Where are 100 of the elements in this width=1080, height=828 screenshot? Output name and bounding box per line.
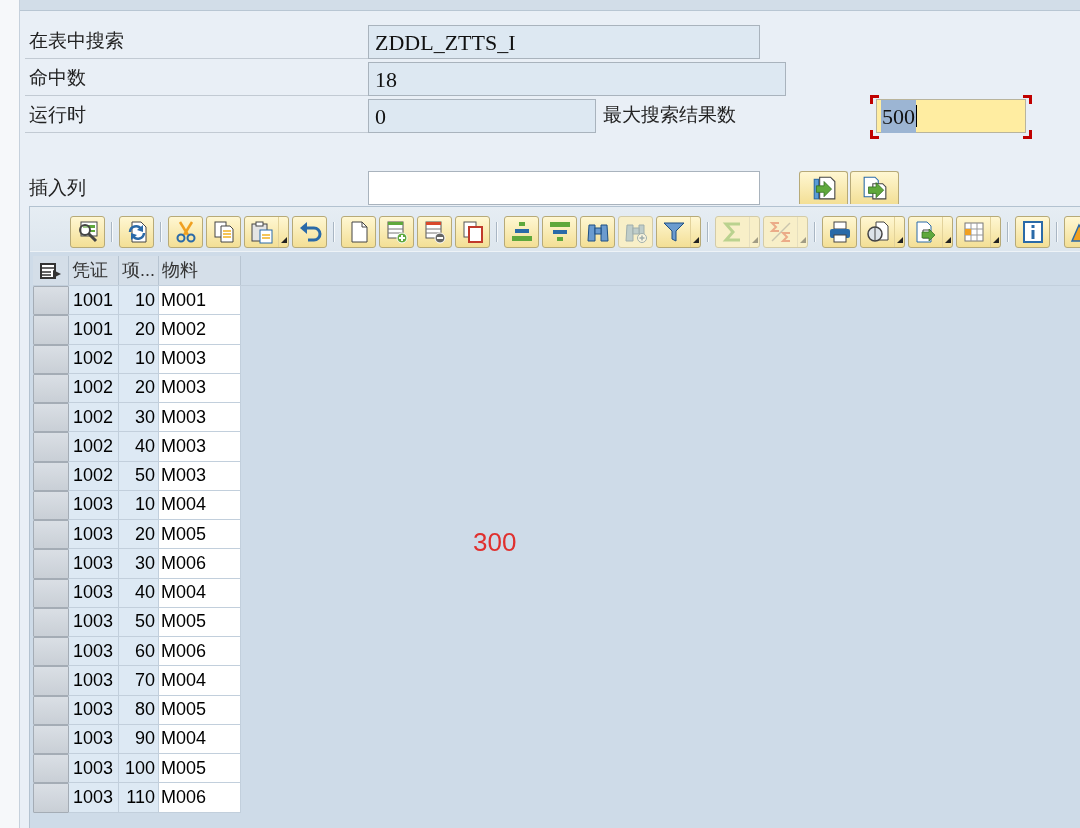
table-cell: M004 [159,666,241,696]
table-cell: M006 [159,783,241,813]
table-cell: M003 [159,373,241,403]
table-cell: 1002 [69,432,119,462]
field-label: 最大搜索结果数 [602,103,737,128]
table-cell: 100 [119,754,159,784]
toolbar-button[interactable] [542,216,577,248]
toolbar-button[interactable] [504,216,539,248]
table-cell: 10 [119,344,159,374]
toolbar-button[interactable] [822,216,857,248]
insert-column-field[interactable] [368,171,760,205]
table-cell: 1003 [69,520,119,550]
table-cell: 40 [119,578,159,608]
row-selector[interactable] [33,783,69,813]
table-cell: M005 [159,754,241,784]
row-selector[interactable] [33,490,69,520]
table-cell: 1003 [69,549,119,579]
table-cell: 1003 [69,637,119,667]
copy-icon [211,220,236,244]
caret-icon [944,237,951,243]
page-arrow-icon [913,220,938,244]
text-cursor-icon [916,105,917,127]
sort-descending-icon [547,220,572,244]
row-selector[interactable] [33,666,69,696]
column-header[interactable]: 项... [119,256,159,285]
table-cell: M003 [159,344,241,374]
runtime-field[interactable]: 0 [368,99,596,133]
hit-count-field[interactable]: 18 [368,62,786,96]
row-selector[interactable] [33,607,69,637]
table-cell: M003 [159,403,241,433]
row-selector[interactable] [33,549,69,579]
column-settings-button[interactable] [33,256,69,285]
toolbar-button[interactable] [70,216,105,248]
caret-icon [799,237,806,243]
caret-icon [992,237,999,243]
table-cell: 30 [119,549,159,579]
table-cell: 10 [119,286,159,316]
table-cell: 1003 [69,578,119,608]
column-header[interactable]: 物料 [159,256,241,285]
toolbar-button[interactable] [908,216,953,248]
table-cell: M003 [159,432,241,462]
table-cell: 1002 [69,344,119,374]
table-cell: 1003 [69,695,119,725]
toolbar-button[interactable] [168,216,203,248]
toolbar-button[interactable] [244,216,289,248]
table-cell: 30 [119,403,159,433]
row-selector[interactable] [33,315,69,345]
row-selector[interactable] [33,432,69,462]
toolbar-button[interactable] [417,216,452,248]
row-selector[interactable] [33,461,69,491]
insert-right-button[interactable] [850,171,899,204]
row-selector[interactable] [33,403,69,433]
max-results-field[interactable]: 500 [876,99,1026,133]
caret-icon [896,237,903,243]
duplicate-icon [460,220,485,244]
table-cell: 1003 [69,490,119,520]
grid-icon [961,220,986,244]
table-cell: 20 [119,373,159,403]
subtotal-icon [768,220,793,244]
insert-left-button[interactable] [799,171,848,204]
toolbar-button[interactable] [292,216,327,248]
caret-icon [751,237,758,243]
toolbar-button[interactable] [119,216,154,248]
toolbar-button[interactable] [1015,216,1050,248]
toolbar-button[interactable] [580,216,615,248]
info-icon [1020,220,1045,244]
row-selector[interactable] [33,724,69,754]
search-table-field[interactable]: ZDDL_ZTTS_I [368,25,760,59]
table-cell: 20 [119,315,159,345]
field-label: 运行时 [25,98,368,133]
row-remove-icon [422,220,447,244]
row-selector[interactable] [33,637,69,667]
toolbar-button[interactable] [860,216,905,248]
table-cell: 1003 [69,666,119,696]
row-selector[interactable] [33,520,69,550]
row-selector[interactable] [33,695,69,725]
page-circle-icon [865,220,890,244]
table-cell: M004 [159,490,241,520]
table-cell: 1002 [69,373,119,403]
sort-ascending-icon [509,220,534,244]
toolbar-button[interactable] [455,216,490,248]
table-cell: 50 [119,607,159,637]
column-header[interactable]: 凭证 [69,256,119,285]
field-label: 命中数 [25,61,368,96]
table-cell: M005 [159,520,241,550]
row-selector[interactable] [33,754,69,784]
row-add-icon [384,220,409,244]
printer-icon [827,220,852,244]
table-cell: 1001 [69,315,119,345]
field-label: 插入列 [28,176,87,201]
toolbar-button[interactable] [656,216,701,248]
row-selector[interactable] [33,578,69,608]
table-cell: M005 [159,695,241,725]
row-selector[interactable] [33,344,69,374]
row-selector[interactable] [33,373,69,403]
table-cell: 40 [119,432,159,462]
table-arrow-icon [39,262,62,279]
table-cell: 1002 [69,461,119,491]
table-cell: M003 [159,461,241,491]
table-cell: 110 [119,783,159,813]
